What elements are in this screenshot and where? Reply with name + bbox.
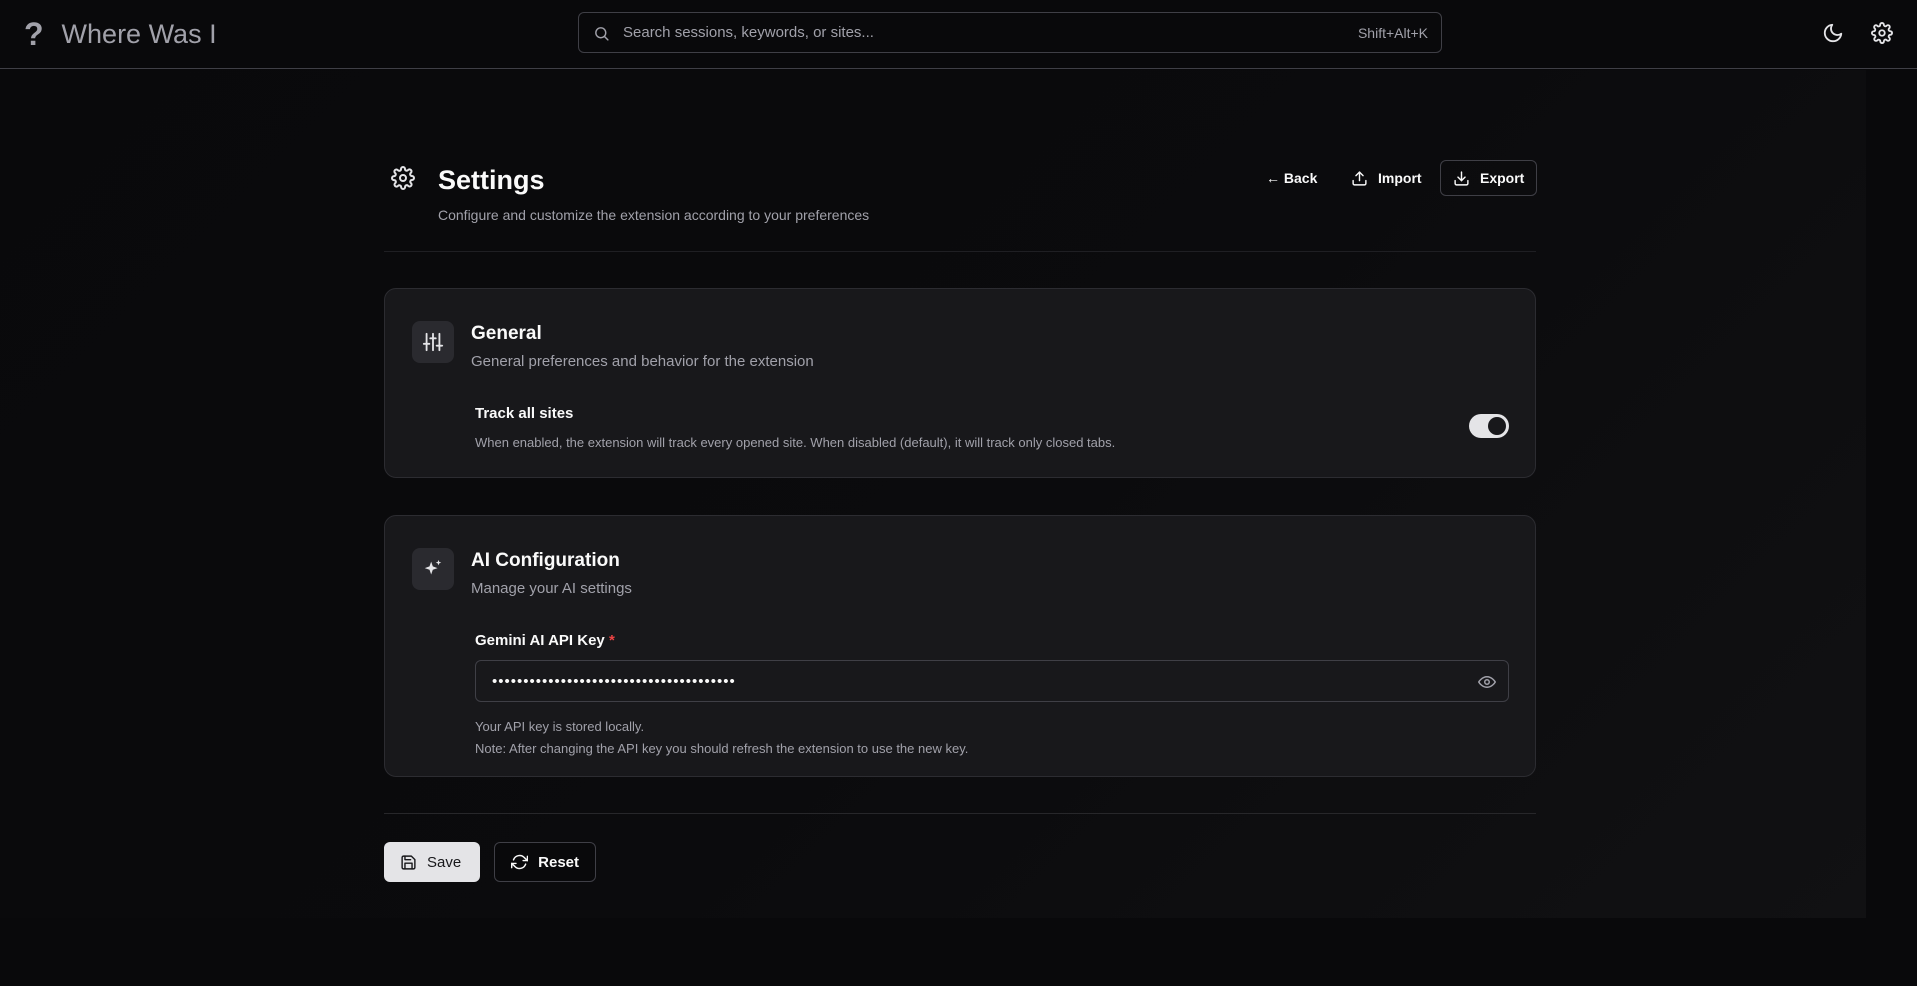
app-logo[interactable]: ? Where Was I	[24, 14, 217, 54]
track-all-sites-toggle[interactable]	[1469, 414, 1509, 438]
sliders-icon	[412, 321, 454, 363]
refresh-icon	[511, 854, 529, 870]
gear-icon[interactable]	[1871, 22, 1893, 44]
search-icon	[595, 27, 609, 41]
ai-configuration-card: AI Configuration Manage your AI settings…	[384, 515, 1536, 777]
api-key-field[interactable]	[475, 660, 1509, 702]
upload-icon	[1352, 170, 1367, 186]
export-button[interactable]: Export	[1440, 160, 1538, 196]
general-card: General General preferences and behavior…	[384, 288, 1536, 478]
page-title: Settings	[438, 165, 545, 195]
api-key-input[interactable]	[492, 661, 1452, 701]
search-input[interactable]	[623, 13, 1263, 52]
required-mark: *	[608, 632, 615, 649]
track-all-sites-help: When enabled, the extension will track e…	[475, 435, 1116, 450]
top-bar: ? Where Was I Shift+Alt+K	[0, 0, 1917, 69]
question-icon: ?	[24, 15, 44, 52]
eye-icon[interactable]	[1478, 673, 1496, 691]
api-key-label: Gemini AI API Key *	[475, 632, 615, 649]
save-button-label: Save	[427, 853, 462, 871]
ai-configuration-description: Manage your AI settings	[471, 580, 632, 597]
download-icon	[1454, 170, 1469, 186]
back-button[interactable]: ← Back	[1254, 160, 1329, 196]
api-key-label-text: Gemini AI API Key	[475, 632, 605, 649]
app-title: Where Was I	[61, 18, 217, 49]
sparkles-icon	[412, 548, 454, 590]
page-subtitle: Configure and customize the extension ac…	[438, 207, 870, 223]
search-shortcut: Shift+Alt+K	[1357, 25, 1428, 41]
ai-configuration-title: AI Configuration	[471, 550, 620, 571]
search-bar[interactable]: Shift+Alt+K	[578, 12, 1442, 53]
toggle-knob	[1488, 417, 1506, 435]
save-button[interactable]: Save	[384, 842, 480, 882]
track-all-sites-label: Track all sites	[475, 405, 574, 422]
export-button-label: Export	[1480, 170, 1525, 186]
settings-gear-icon	[391, 166, 415, 190]
reset-button[interactable]: Reset	[494, 842, 596, 882]
back-button-label: ← Back	[1266, 170, 1318, 186]
import-button-label: Import	[1378, 170, 1422, 186]
api-key-help-stored: Your API key is stored locally.	[475, 719, 645, 734]
moon-icon[interactable]	[1822, 22, 1844, 44]
import-button[interactable]: Import	[1339, 160, 1434, 196]
save-icon	[401, 854, 416, 870]
page-header: Settings Configure and customize the ext…	[384, 160, 1538, 252]
general-title: General	[471, 323, 542, 344]
footer-divider	[384, 813, 1536, 814]
general-description: General preferences and behavior for the…	[471, 353, 814, 370]
reset-button-label: Reset	[538, 853, 579, 871]
api-key-help-note: Note: After changing the API key you sho…	[475, 741, 969, 756]
